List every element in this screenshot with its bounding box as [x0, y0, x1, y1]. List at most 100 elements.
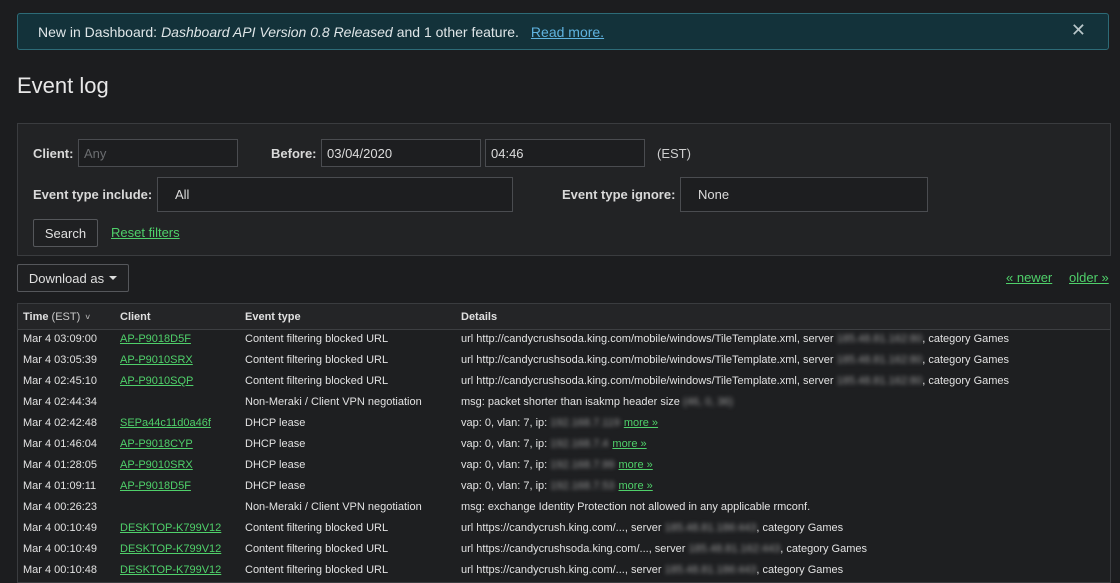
before-date-input[interactable]: 03/04/2020 — [321, 139, 481, 167]
row-event-type: DHCP lease — [245, 417, 306, 429]
row-time: Mar 4 01:09:11 — [23, 480, 97, 492]
redacted-value: 185.48.81.162:443 — [688, 543, 781, 555]
event-include-select[interactable]: All — [157, 177, 513, 212]
details-text: url http://candycrushsoda.king.com/mobil… — [461, 333, 834, 345]
row-details: msg: exchange Identity Protection not al… — [461, 501, 810, 513]
table-row: Mar 4 00:26:23 Non-Meraki / Client VPN ne… — [18, 497, 1110, 518]
details-text: vap: 0, vlan: 7, ip: — [461, 459, 548, 471]
column-event-type[interactable]: Event type — [245, 311, 301, 323]
details-suffix: , category Games — [922, 333, 1010, 345]
redacted-value: 185.48.81.162:80 — [836, 333, 923, 345]
row-event-type: Non-Meraki / Client VPN negotiation — [245, 396, 422, 408]
row-client-link[interactable]: DESKTOP-K799V12 — [120, 543, 221, 555]
reset-filters-link[interactable]: Reset filters — [111, 225, 180, 240]
redacted-value: 192.168.7.53 — [550, 480, 615, 492]
redacted-value: 192.168.7.99 — [550, 459, 615, 471]
table-row: Mar 4 02:45:10 AP-P9010SQP Content filteri… — [18, 371, 1110, 392]
row-event-type: Content filtering blocked URL — [245, 333, 389, 345]
column-client[interactable]: Client — [120, 311, 151, 323]
row-time: Mar 4 00:26:23 — [23, 501, 97, 513]
page-title: Event log — [17, 73, 109, 98]
before-time-input[interactable]: 04:46 — [485, 139, 645, 167]
event-ignore-select[interactable]: None — [680, 177, 928, 212]
details-text: msg: exchange Identity Protection not al… — [461, 501, 811, 513]
redacted-value: 185.48.81.186:443 — [664, 522, 757, 534]
column-time-tz: (EST) — [51, 311, 81, 323]
row-event-type: Content filtering blocked URL — [245, 522, 389, 534]
search-button[interactable]: Search — [33, 219, 98, 247]
details-suffix: , category Games — [922, 375, 1010, 387]
event-include-label: Event type include: — [33, 187, 153, 202]
newer-link[interactable]: « newer — [1006, 270, 1052, 285]
details-suffix: , category Games — [756, 522, 844, 534]
older-link[interactable]: older » — [1069, 270, 1109, 285]
details-text: vap: 0, vlan: 7, ip: — [461, 480, 548, 492]
row-details: url https://candycrush.king.com/..., ser… — [461, 522, 843, 534]
row-client-link[interactable]: AP-P9018D5F — [120, 333, 191, 345]
banner-prefix: New in Dashboard: — [38, 23, 158, 40]
table-row: Mar 4 02:44:34 Non-Meraki / Client VPN ne… — [18, 392, 1110, 413]
event-ignore-label: Event type ignore: — [562, 187, 676, 202]
row-time: Mar 4 02:42:48 — [23, 417, 97, 429]
table-header: Time (EST) ˅ Client Event type Details — [18, 304, 1110, 330]
column-time-label: Time — [23, 311, 49, 323]
row-details: url https://candycrush.king.com/..., ser… — [461, 564, 843, 576]
more-link[interactable]: more » — [612, 438, 646, 450]
caret-down-icon — [109, 276, 118, 280]
filter-panel: Client: Any Before: 03/04/2020 04:46 (ES… — [17, 123, 1111, 256]
more-link[interactable]: more » — [624, 417, 658, 429]
row-time: Mar 4 01:46:04 — [23, 438, 97, 450]
row-details: url http://candycrushsoda.king.com/mobil… — [461, 333, 1009, 345]
row-client-link[interactable]: AP-P9010SQP — [120, 375, 193, 387]
download-label: Download as — [28, 270, 105, 286]
row-event-type: Non-Meraki / Client VPN negotiation — [245, 501, 422, 513]
row-details: url http://candycrushsoda.king.com/mobil… — [461, 354, 1009, 366]
row-time: Mar 4 01:28:05 — [23, 459, 97, 471]
row-event-type: DHCP lease — [245, 459, 306, 471]
details-text: vap: 0, vlan: 7, ip: — [461, 417, 548, 429]
read-more-link[interactable]: Read more. — [531, 24, 604, 40]
details-text: url https://candycrush.king.com/..., ser… — [461, 522, 662, 534]
table-row: Mar 4 01:28:05 AP-P9010SRX DHCP lease vap: … — [18, 455, 1110, 476]
row-event-type: DHCP lease — [245, 438, 306, 450]
row-details: vap: 0, vlan: 7, ip: 192.168.7.53 more » — [461, 480, 653, 492]
row-time: Mar 4 00:10:49 — [23, 522, 97, 534]
row-event-type: Content filtering blocked URL — [245, 543, 389, 555]
row-client-link[interactable]: AP-P9018D5F — [120, 480, 191, 492]
table-row: Mar 4 01:09:11 AP-P9018D5F DHCP lease vap: … — [18, 476, 1110, 497]
row-details: url http://candycrushsoda.king.com/mobil… — [461, 375, 1009, 387]
row-time: Mar 4 00:10:48 — [23, 564, 97, 576]
details-suffix: , category Games — [756, 564, 844, 576]
redacted-value: 185.48.81.162:80 — [836, 354, 923, 366]
row-client-link[interactable]: DESKTOP-K799V12 — [120, 522, 221, 534]
details-suffix: , category Games — [780, 543, 868, 555]
column-details[interactable]: Details — [461, 311, 497, 323]
row-event-type: Content filtering blocked URL — [245, 375, 389, 387]
row-time: Mar 4 02:44:34 — [23, 396, 97, 408]
more-link[interactable]: more » — [619, 459, 653, 471]
row-details: vap: 0, vlan: 7, ip: 192.168.7.119 more » — [461, 417, 658, 429]
column-time[interactable]: Time (EST) ˅ — [23, 311, 90, 323]
banner-suffix: and 1 other feature. — [396, 23, 519, 40]
download-as-button[interactable]: Download as — [17, 264, 129, 292]
row-time: Mar 4 00:10:49 — [23, 543, 97, 555]
row-client-link[interactable]: SEPa44c11d0a46f — [120, 417, 211, 429]
client-input[interactable]: Any — [78, 139, 238, 167]
table-row: Mar 4 03:05:39 AP-P9010SRX Content filteri… — [18, 350, 1110, 371]
row-time: Mar 4 03:05:39 — [23, 354, 97, 366]
details-text: url http://candycrushsoda.king.com/mobil… — [461, 354, 834, 366]
redacted-value: (46, 0, 36) — [682, 396, 734, 408]
close-icon[interactable]: ✕ — [1071, 20, 1086, 41]
row-client-link[interactable]: DESKTOP-K799V12 — [120, 564, 221, 576]
sort-desc-icon: ˅ — [85, 313, 91, 322]
row-time: Mar 4 02:45:10 — [23, 375, 97, 387]
details-text: url https://candycrushsoda.king.com/...,… — [461, 543, 686, 555]
row-client-link[interactable]: AP-P9010SRX — [120, 459, 193, 471]
details-text: url http://candycrushsoda.king.com/mobil… — [461, 375, 834, 387]
row-client-link[interactable]: AP-P9018CYP — [120, 438, 193, 450]
table-row: Mar 4 03:09:00 AP-P9018D5F Content filteri… — [18, 329, 1110, 350]
more-link[interactable]: more » — [619, 480, 653, 492]
event-table: Time (EST) ˅ Client Event type Details M… — [17, 303, 1111, 583]
row-details: url https://candycrushsoda.king.com/...,… — [461, 543, 867, 555]
row-client-link[interactable]: AP-P9010SRX — [120, 354, 193, 366]
